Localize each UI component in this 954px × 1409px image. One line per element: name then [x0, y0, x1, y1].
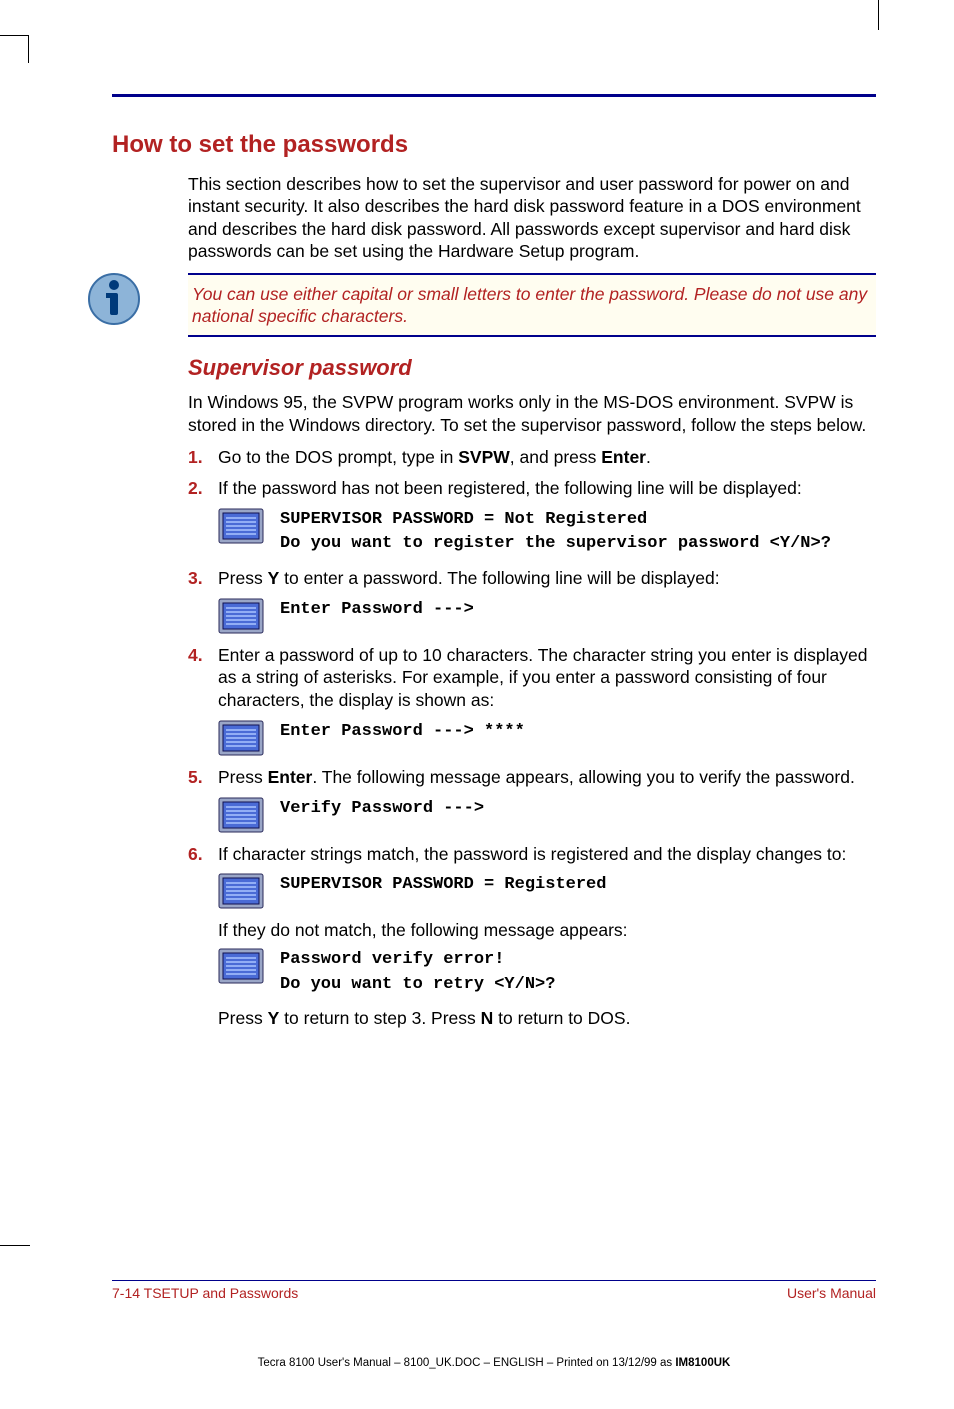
info-icon [88, 273, 140, 325]
intro-paragraph: This section describes how to set the su… [188, 173, 876, 263]
step-continuation: Press Y to return to step 3. Press N to … [218, 1007, 876, 1030]
screen-text: Verify Password ---> [280, 797, 484, 822]
footer-rule [112, 1280, 876, 1281]
screen-output: SUPERVISOR PASSWORD = Registered [218, 873, 876, 909]
steps-list-cont: 3. Press Y to enter a password. The foll… [188, 567, 876, 590]
step-number: 3. [188, 567, 218, 590]
keyword: N [481, 1008, 494, 1028]
monitor-icon [218, 948, 264, 984]
screen-text: Enter Password ---> **** [280, 720, 525, 745]
step-text: Press Y to enter a password. The followi… [218, 567, 876, 590]
text: , and press [510, 447, 601, 467]
keyword: Y [268, 568, 280, 588]
screen-text: SUPERVISOR PASSWORD = Registered [280, 873, 606, 898]
screen-output: Verify Password ---> [218, 797, 876, 833]
header-rule [112, 94, 876, 97]
monitor-icon [218, 720, 264, 756]
steps-list: 1. Go to the DOS prompt, type in SVPW, a… [188, 446, 876, 500]
step-1: 1. Go to the DOS prompt, type in SVPW, a… [188, 446, 876, 469]
sub-intro-paragraph: In Windows 95, the SVPW program works on… [188, 391, 876, 436]
step-text: Press Enter. The following message appea… [218, 766, 876, 789]
step-number: 4. [188, 644, 218, 667]
keyword: SVPW [458, 447, 510, 467]
screen-output: Enter Password ---> **** [218, 720, 876, 756]
step-text: If the password has not been registered,… [218, 477, 876, 500]
content-area: This section describes how to set the su… [188, 173, 876, 1030]
step-text: Enter a password of up to 10 characters.… [218, 644, 876, 712]
monitor-icon [218, 598, 264, 634]
screen-text: Password verify error! Do you want to re… [280, 948, 555, 997]
subsection-heading: Supervisor password [188, 355, 876, 381]
step-continuation: If they do not match, the following mess… [218, 919, 876, 942]
steps-list-cont: 5. Press Enter. The following message ap… [188, 766, 876, 789]
keyword: Enter [601, 447, 646, 467]
step-4: 4. Enter a password of up to 10 characte… [188, 644, 876, 712]
keyword: Enter [268, 767, 313, 787]
step-3: 3. Press Y to enter a password. The foll… [188, 567, 876, 590]
text: to return to step 3. Press [279, 1008, 480, 1028]
screen-text: SUPERVISOR PASSWORD = Not Registered Do … [280, 508, 831, 557]
monitor-icon [218, 508, 264, 544]
step-5: 5. Press Enter. The following message ap… [188, 766, 876, 789]
monitor-icon [218, 797, 264, 833]
crop-mark [878, 0, 879, 30]
step-number: 5. [188, 766, 218, 789]
section-heading: How to set the passwords [112, 131, 876, 159]
text: . [646, 447, 651, 467]
note-callout: You can use either capital or small lett… [188, 273, 876, 338]
step-number: 6. [188, 843, 218, 866]
text: Press [218, 568, 268, 588]
imprint-line: Tecra 8100 User's Manual – 8100_UK.DOC –… [112, 1357, 876, 1369]
page-content: How to set the passwords This section de… [112, 50, 876, 1329]
page-footer: 7-14 TSETUP and Passwords User's Manual [112, 1285, 876, 1301]
step-text: Go to the DOS prompt, type in SVPW, and … [218, 446, 876, 469]
text: . The following message appears, allowin… [312, 767, 854, 787]
imprint-text: Tecra 8100 User's Manual – 8100_UK.DOC –… [258, 1357, 676, 1369]
keyword: Y [268, 1008, 280, 1028]
crop-mark [0, 1245, 30, 1246]
imprint-code: IM8100UK [675, 1357, 730, 1369]
screen-output: SUPERVISOR PASSWORD = Not Registered Do … [218, 508, 876, 557]
steps-list-cont: 4. Enter a password of up to 10 characte… [188, 644, 876, 712]
crop-mark [28, 35, 29, 63]
step-6: 6. If character strings match, the passw… [188, 843, 876, 866]
screen-text: Enter Password ---> [280, 598, 474, 623]
screen-output: Password verify error! Do you want to re… [218, 948, 876, 997]
text: to return to DOS. [493, 1008, 630, 1028]
step-number: 1. [188, 446, 218, 469]
text: Press [218, 767, 268, 787]
step-text: If character strings match, the password… [218, 843, 876, 866]
monitor-icon [218, 873, 264, 909]
text: Go to the DOS prompt, type in [218, 447, 458, 467]
note-row: You can use either capital or small lett… [88, 273, 876, 338]
footer-left: 7-14 TSETUP and Passwords [112, 1285, 298, 1301]
crop-mark [0, 35, 28, 36]
text: Press [218, 1008, 268, 1028]
steps-list-cont: 6. If character strings match, the passw… [188, 843, 876, 866]
screen-output: Enter Password ---> [218, 598, 876, 634]
text: to enter a password. The following line … [279, 568, 719, 588]
step-number: 2. [188, 477, 218, 500]
footer-right: User's Manual [787, 1285, 876, 1301]
step-2: 2. If the password has not been register… [188, 477, 876, 500]
